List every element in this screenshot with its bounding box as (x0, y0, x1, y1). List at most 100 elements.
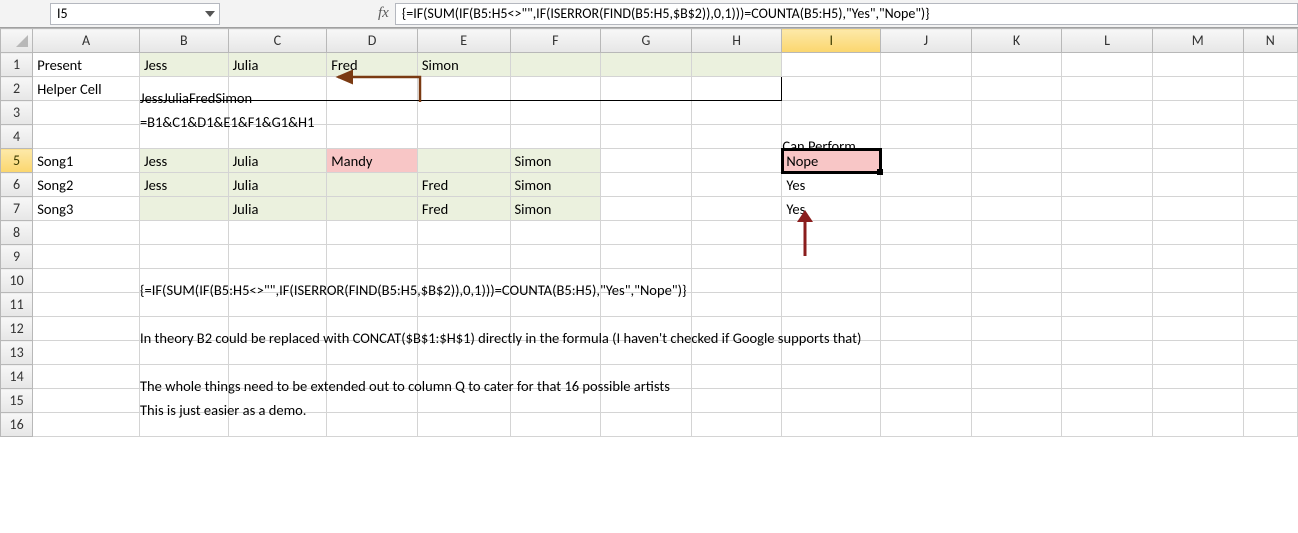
cell-M15[interactable] (1152, 389, 1243, 413)
col-header-E[interactable]: E (417, 29, 510, 53)
cell-F5[interactable]: Simon (510, 149, 601, 173)
name-box[interactable]: I5 (50, 3, 220, 25)
cell-N14[interactable] (1243, 365, 1297, 389)
fx-icon[interactable]: fx (378, 5, 389, 22)
cell-N10[interactable] (1243, 269, 1297, 293)
cell-I7[interactable]: Yes (782, 197, 881, 221)
col-header-M[interactable]: M (1152, 29, 1243, 53)
cell-G7[interactable] (601, 197, 692, 221)
cell-D5[interactable]: Mandy (327, 149, 418, 173)
col-header-J[interactable]: J (881, 29, 972, 53)
row-header-15[interactable]: 15 (1, 389, 33, 413)
cell-F8[interactable] (510, 221, 601, 245)
cell-J8[interactable] (881, 221, 972, 245)
cell-H7[interactable] (691, 197, 782, 221)
cell-G8[interactable] (601, 221, 692, 245)
cell-M10[interactable] (1152, 269, 1243, 293)
cell-H14[interactable] (691, 365, 782, 389)
row-header-7[interactable]: 7 (1, 197, 33, 221)
cell-H3[interactable] (691, 101, 782, 125)
row-header-8[interactable]: 8 (1, 221, 33, 245)
cell-E3[interactable] (417, 101, 510, 125)
cell-D9[interactable] (327, 245, 418, 269)
cell-B5[interactable]: Jess (139, 149, 228, 173)
cell-C7[interactable]: Julia (228, 197, 327, 221)
cell-M11[interactable] (1152, 293, 1243, 317)
cell-M8[interactable] (1152, 221, 1243, 245)
cell-I3[interactable] (782, 101, 881, 125)
cell-K14[interactable] (971, 365, 1062, 389)
cell-K3[interactable] (971, 101, 1062, 125)
cell-J11[interactable] (881, 293, 972, 317)
cell-J5[interactable] (881, 149, 972, 173)
cell-M3[interactable] (1152, 101, 1243, 125)
cell-A14[interactable] (33, 365, 140, 389)
cell-L6[interactable] (1062, 173, 1153, 197)
cell-G4[interactable] (601, 125, 692, 149)
cell-I10[interactable] (782, 269, 881, 293)
col-header-H[interactable]: H (691, 29, 782, 53)
cell-A11[interactable] (33, 293, 140, 317)
cell-N2[interactable] (1243, 77, 1297, 101)
cell-H15[interactable] (691, 389, 782, 413)
cell-B1[interactable]: Jess (139, 53, 228, 77)
cell-F2[interactable] (510, 77, 601, 101)
cell-A13[interactable] (33, 341, 140, 365)
cell-J4[interactable] (881, 125, 972, 149)
cell-K16[interactable] (971, 413, 1062, 437)
cell-N7[interactable] (1243, 197, 1297, 221)
cell-I8[interactable] (782, 221, 881, 245)
cell-I1[interactable] (782, 53, 881, 77)
cell-N16[interactable] (1243, 413, 1297, 437)
spreadsheet-grid[interactable]: A B C D E F G H I J K L M N 1 Present Je… (0, 28, 1298, 437)
cell-M2[interactable] (1152, 77, 1243, 101)
cell-G3[interactable] (601, 101, 692, 125)
cell-N12[interactable] (1243, 317, 1297, 341)
cell-J9[interactable] (881, 245, 972, 269)
cell-E16[interactable] (417, 413, 510, 437)
row-header-13[interactable]: 13 (1, 341, 33, 365)
cell-F4[interactable] (510, 125, 601, 149)
cell-I4[interactable]: Can Perform (782, 125, 881, 149)
cell-A6[interactable]: Song2 (33, 173, 140, 197)
cell-B2[interactable]: JessJuliaFredSimon (139, 77, 228, 101)
row-header-16[interactable]: 16 (1, 413, 33, 437)
cell-D6[interactable] (327, 173, 418, 197)
cell-M13[interactable] (1152, 341, 1243, 365)
cell-C6[interactable]: Julia (228, 173, 327, 197)
cell-L11[interactable] (1062, 293, 1153, 317)
cell-G9[interactable] (601, 245, 692, 269)
cell-C8[interactable] (228, 221, 327, 245)
cell-M16[interactable] (1152, 413, 1243, 437)
cell-I16[interactable] (782, 413, 881, 437)
col-header-I[interactable]: I (782, 29, 881, 53)
cell-A16[interactable] (33, 413, 140, 437)
cell-N4[interactable] (1243, 125, 1297, 149)
col-header-L[interactable]: L (1062, 29, 1153, 53)
cell-D2[interactable] (327, 77, 418, 101)
cell-K12[interactable] (971, 317, 1062, 341)
row-header-3[interactable]: 3 (1, 101, 33, 125)
cell-K4[interactable] (971, 125, 1062, 149)
cell-J10[interactable] (881, 269, 972, 293)
cell-N3[interactable] (1243, 101, 1297, 125)
cell-B12[interactable]: In theory B2 could be replaced with CONC… (139, 317, 228, 341)
cell-L9[interactable] (1062, 245, 1153, 269)
cell-G16[interactable] (601, 413, 692, 437)
formula-input[interactable]: {=IF(SUM(IF(B5:H5<>"",IF(ISERROR(FIND(B5… (395, 3, 1298, 25)
cell-M6[interactable] (1152, 173, 1243, 197)
cell-J6[interactable] (881, 173, 972, 197)
cell-B6[interactable]: Jess (139, 173, 228, 197)
cell-K10[interactable] (971, 269, 1062, 293)
cell-N13[interactable] (1243, 341, 1297, 365)
cell-B7[interactable] (139, 197, 228, 221)
cell-J16[interactable] (881, 413, 972, 437)
cell-G1[interactable] (601, 53, 692, 77)
cell-H9[interactable] (691, 245, 782, 269)
cell-J15[interactable] (881, 389, 972, 413)
cell-L4[interactable] (1062, 125, 1153, 149)
cell-F6[interactable]: Simon (510, 173, 601, 197)
cell-M9[interactable] (1152, 245, 1243, 269)
cell-F7[interactable]: Simon (510, 197, 601, 221)
cell-K7[interactable] (971, 197, 1062, 221)
